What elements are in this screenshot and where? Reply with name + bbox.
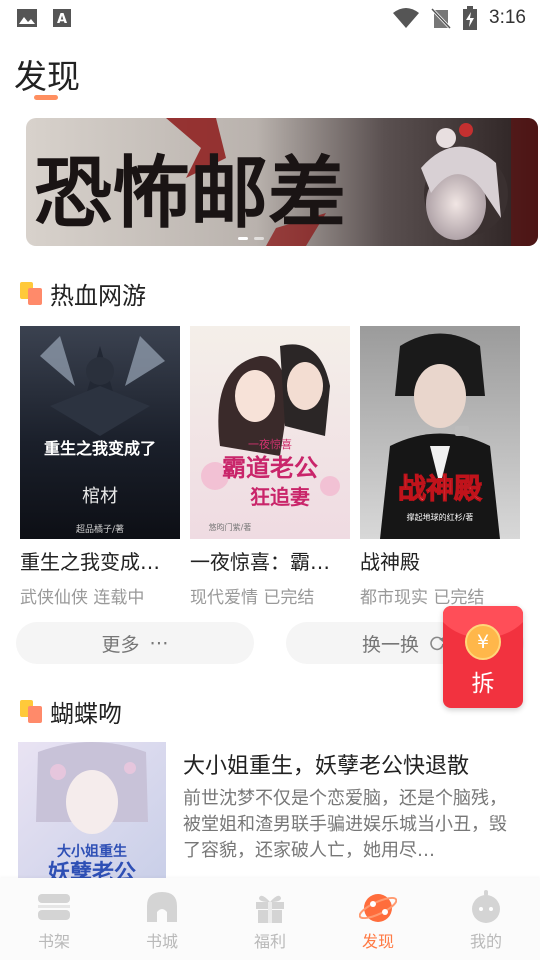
nav-label: 发现 xyxy=(361,932,394,951)
gift-icon xyxy=(256,895,284,923)
book-genre: 现代爱情 xyxy=(190,588,258,608)
more-label: 更多 xyxy=(101,633,140,656)
svg-text:棺材: 棺材 xyxy=(82,486,118,507)
promo-banner[interactable]: 恐怖邮差 xyxy=(26,118,538,246)
banner-pager xyxy=(238,237,264,240)
bookshelf-icon xyxy=(38,894,70,920)
more-button[interactable]: 更多 ⋯ xyxy=(16,622,254,664)
book-meta: 现代爱情 已完结 xyxy=(190,583,352,608)
nav-item-profile[interactable]: 我的 xyxy=(432,878,540,960)
clock: 3:16 xyxy=(489,7,526,28)
bottom-nav: 书架 书城 福利 发现 我的 xyxy=(0,878,540,960)
book-title[interactable]: 大小姐重生，妖孽老公快退散 xyxy=(183,748,469,780)
profile-icon xyxy=(472,890,500,923)
book-cover[interactable]: 一夜惊喜 霸道老公 狂追妻 悠昀门紫/著 xyxy=(190,326,350,539)
book-status: 已完结 xyxy=(263,588,315,608)
book-status: 已完结 xyxy=(433,588,485,608)
banner-artwork: 恐怖邮差 xyxy=(26,118,538,246)
book-genre: 都市现实 xyxy=(360,588,428,608)
svg-text:大小姐重生: 大小姐重生 xyxy=(57,843,127,860)
swap-label: 换一换 xyxy=(362,633,420,656)
book-card[interactable]: 重生之我变成了 棺材 超品橘子/著 重生之我变成… 武侠仙侠 连载中 xyxy=(20,326,182,608)
book-description: 前世沈梦不仅是个恋爱脑，还是个脑残，被堂姐和渣男联手骗进娱乐城当小丑，毁了容貌，… xyxy=(183,788,507,861)
svg-text:撑起地球的红杉/著: 撑起地球的红杉/著 xyxy=(407,512,474,522)
section-header-hot: 热血网游 xyxy=(20,276,146,311)
nav-label: 我的 xyxy=(469,932,502,951)
title-underline xyxy=(34,95,58,100)
battery-charging-icon xyxy=(463,6,478,30)
book-title: 一夜惊喜：霸… xyxy=(190,550,330,574)
section-icon xyxy=(20,281,44,306)
svg-text:一夜惊喜: 一夜惊喜 xyxy=(248,437,292,451)
red-envelope-label: 拆 xyxy=(471,671,495,697)
book-status: 连载中 xyxy=(93,588,145,608)
svg-text:悠昀门紫/著: 悠昀门紫/著 xyxy=(209,522,252,532)
book-meta: 都市现实 已完结 xyxy=(360,583,522,608)
book-cover[interactable]: 战神殿 撑起地球的红杉/著 xyxy=(360,326,520,539)
book-cover[interactable]: 大小姐重生 妖孽老公 xyxy=(18,742,166,882)
cover-art: 一夜惊喜 霸道老公 狂追妻 悠昀门紫/著 xyxy=(190,326,350,539)
banner-title-art: 恐怖邮差 xyxy=(34,148,346,239)
cover-art: 战神殿 撑起地球的红杉/著 xyxy=(360,326,520,539)
svg-text:A: A xyxy=(57,12,67,27)
nav-label: 书架 xyxy=(37,932,70,951)
svg-text:战神殿: 战神殿 xyxy=(398,472,482,505)
status-bar: A 3:16 xyxy=(0,0,540,38)
wifi-icon xyxy=(393,8,420,28)
nav-label: 书城 xyxy=(145,932,178,951)
book-card[interactable]: 战神殿 撑起地球的红杉/著 战神殿 都市现实 已完结 xyxy=(360,326,522,608)
nav-item-bookstore[interactable]: 书城 xyxy=(108,878,216,960)
red-envelope-button[interactable]: ¥ 拆 xyxy=(443,606,523,708)
nav-item-bookshelf[interactable]: 书架 xyxy=(0,878,108,960)
book-title: 战神殿 xyxy=(360,550,420,574)
nav-item-discover[interactable]: 发现 xyxy=(324,878,432,960)
no-signal-icon xyxy=(431,7,452,29)
discover-icon xyxy=(359,894,397,922)
svg-text:重生之我变成了: 重生之我变成了 xyxy=(44,439,156,458)
book-card[interactable]: 一夜惊喜 霸道老公 狂追妻 悠昀门紫/著 一夜惊喜：霸… 现代爱情 已完结 xyxy=(190,326,352,608)
cover-art: 大小姐重生 妖孽老公 xyxy=(18,742,166,882)
section-title: 热血网游 xyxy=(50,282,146,310)
bookstore-icon xyxy=(147,892,177,922)
section-icon xyxy=(20,699,44,724)
page-title: 发现 xyxy=(14,57,80,96)
book-genre: 武侠仙侠 xyxy=(20,588,88,608)
book-cover[interactable]: 重生之我变成了 棺材 超品橘子/著 xyxy=(20,326,180,539)
yuan-coin-icon: ¥ xyxy=(465,624,501,660)
section-title: 蝴蝶吻 xyxy=(50,700,122,728)
pager-dot[interactable] xyxy=(254,237,264,240)
text-notification-icon: A xyxy=(53,9,71,27)
pager-dot-active[interactable] xyxy=(238,237,248,240)
svg-text:狂追妻: 狂追妻 xyxy=(250,485,310,509)
image-notification-icon xyxy=(17,9,37,27)
svg-text:霸道老公: 霸道老公 xyxy=(222,453,318,482)
book-title: 重生之我变成… xyxy=(20,550,160,574)
cover-art: 重生之我变成了 棺材 超品橘子/著 xyxy=(20,326,180,539)
svg-text:超品橘子/著: 超品橘子/著 xyxy=(76,523,124,535)
nav-item-welfare[interactable]: 福利 xyxy=(216,878,324,960)
book-meta: 武侠仙侠 连载中 xyxy=(20,583,182,608)
more-ellipsis-icon: ⋯ xyxy=(149,632,169,654)
section-header-butterfly: 蝴蝶吻 xyxy=(20,694,122,729)
nav-label: 福利 xyxy=(253,932,286,951)
